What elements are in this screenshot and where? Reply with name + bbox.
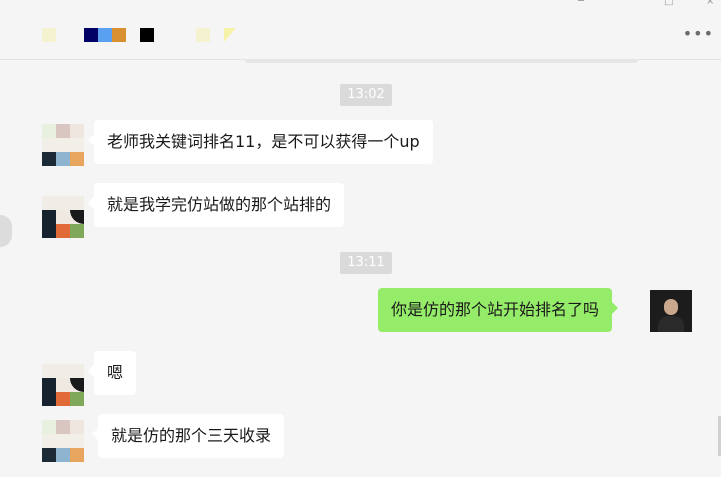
timestamp: 13:11	[340, 252, 392, 274]
contact-name-redacted	[140, 28, 154, 42]
more-horizontal-icon[interactable]: •••	[683, 26, 714, 42]
message-bubble-outgoing[interactable]: 你是仿的那个站开始排名了吗	[378, 288, 619, 332]
contact-name-redacted	[98, 28, 112, 42]
contact-avatar-a[interactable]	[42, 420, 84, 462]
pin-icon[interactable]: ┴	[578, 0, 584, 7]
message-bubble-incoming[interactable]: 嗯	[87, 351, 137, 395]
chat-header: ┴ □ × •••	[0, 0, 721, 60]
message-bubble-incoming[interactable]: 就是我学完仿站做的那个站排的	[87, 183, 345, 227]
contact-avatar-b[interactable]	[42, 196, 84, 238]
message-bubble-incoming[interactable]: 老师我关键词排名11，是不可以获得一个up	[88, 120, 433, 164]
message-bubble-incoming[interactable]: 就是仿的那个三天收录	[91, 414, 285, 458]
my-avatar[interactable]	[650, 290, 692, 332]
contact-avatar-b[interactable]	[42, 364, 84, 406]
contact-avatar-a[interactable]	[42, 124, 84, 166]
contact-name-redacted	[196, 28, 210, 42]
maximize-icon[interactable]: □	[664, 0, 673, 7]
close-icon[interactable]: ×	[706, 0, 714, 7]
timestamp: 13:02	[340, 84, 392, 106]
side-collapse-handle[interactable]	[0, 215, 12, 247]
contact-name-redacted	[224, 28, 236, 42]
scrollbar-top[interactable]	[245, 59, 638, 63]
contact-name-redacted	[42, 28, 56, 42]
contact-name-redacted	[112, 28, 126, 42]
contact-name-redacted	[84, 28, 98, 42]
